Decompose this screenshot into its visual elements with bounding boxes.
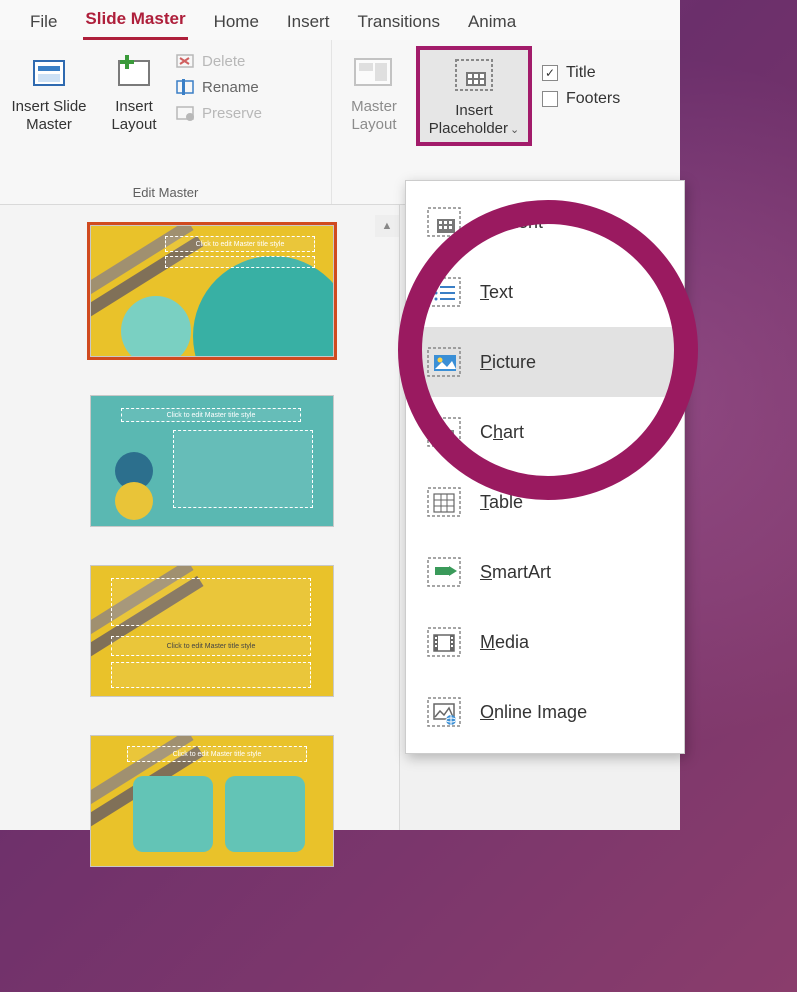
layout-thumbnail-3[interactable]: Click to edit Master title style xyxy=(90,735,334,867)
placeholder-option-picture-label: Picture xyxy=(480,352,536,373)
insert-placeholder-menu: Content Text Picture Chart Table xyxy=(405,180,685,754)
tab-transitions[interactable]: Transitions xyxy=(355,8,442,40)
tab-home[interactable]: Home xyxy=(212,8,261,40)
placeholder-option-media[interactable]: Media xyxy=(406,607,684,677)
checkbox-checked-icon: ✓ xyxy=(542,65,558,81)
placeholder-option-content-label: Content xyxy=(480,212,543,233)
master-layout-button[interactable]: Master Layout xyxy=(338,46,410,138)
insert-layout-label: Insert Layout xyxy=(100,98,168,134)
placeholder-option-picture[interactable]: Picture xyxy=(406,327,684,397)
title-checkbox[interactable]: ✓ Title xyxy=(542,64,620,82)
placeholder-option-chart[interactable]: Chart xyxy=(406,397,684,467)
rename-icon xyxy=(176,78,196,96)
insert-layout-icon xyxy=(112,50,156,94)
tab-slide-master[interactable]: Slide Master xyxy=(83,5,187,40)
insert-placeholder-label: Insert Placeholder⌄ xyxy=(422,102,526,138)
placeholder-option-text[interactable]: Text xyxy=(406,257,684,327)
master-layout-label: Master Layout xyxy=(340,98,408,134)
placeholder-option-media-label: Media xyxy=(480,632,529,653)
placeholder-option-online-image-label: Online Image xyxy=(480,702,587,723)
master-layout-icon xyxy=(352,50,396,94)
chevron-down-icon: ⌄ xyxy=(510,124,519,136)
placeholder-option-table-label: Table xyxy=(480,492,523,513)
placeholder-option-chart-label: Chart xyxy=(480,422,524,443)
placeholder-option-content[interactable]: Content xyxy=(406,187,684,257)
checkbox-unchecked-icon xyxy=(542,91,558,107)
slide-thumbnail-pane[interactable]: ▲ Click to edit Master title style Click… xyxy=(0,205,400,830)
ribbon-group-edit-master-label: Edit Master xyxy=(6,183,325,200)
layout-thumbnail-2[interactable]: Click to edit Master title style xyxy=(90,565,334,697)
delete-label: Delete xyxy=(202,53,245,70)
picture-icon xyxy=(426,345,462,379)
insert-slide-master-label: Insert Slide Master xyxy=(8,98,90,134)
footers-checkbox[interactable]: Footers xyxy=(542,90,620,108)
content-icon xyxy=(426,205,462,239)
insert-slide-master-button[interactable]: Insert Slide Master xyxy=(6,46,92,138)
tab-insert[interactable]: Insert xyxy=(285,8,332,40)
placeholder-option-smartart[interactable]: SmartArt xyxy=(406,537,684,607)
text-icon xyxy=(426,275,462,309)
table-icon xyxy=(426,485,462,519)
chart-icon xyxy=(426,415,462,449)
rename-label: Rename xyxy=(202,79,259,96)
rename-button[interactable]: Rename xyxy=(176,78,262,96)
media-icon xyxy=(426,625,462,659)
tab-file[interactable]: File xyxy=(28,8,59,40)
insert-slide-master-icon xyxy=(27,50,71,94)
ribbon-group-edit-master: Insert Slide Master Insert Layout Delete xyxy=(0,40,332,204)
scroll-up-icon[interactable]: ▲ xyxy=(375,215,399,237)
footers-checkbox-label: Footers xyxy=(566,90,620,108)
placeholder-option-online-image[interactable]: Online Image xyxy=(406,677,684,747)
title-checkbox-label: Title xyxy=(566,64,596,82)
preserve-label: Preserve xyxy=(202,105,262,122)
preserve-icon xyxy=(176,104,196,122)
insert-placeholder-button[interactable]: Insert Placeholder⌄ xyxy=(416,46,532,146)
online-image-icon xyxy=(426,695,462,729)
delete-icon xyxy=(176,52,196,70)
tab-animations[interactable]: Anima xyxy=(466,8,518,40)
preserve-button[interactable]: Preserve xyxy=(176,104,262,122)
insert-placeholder-icon xyxy=(452,54,496,98)
placeholder-option-text-label: Text xyxy=(480,282,513,303)
ribbon-tabs: File Slide Master Home Insert Transition… xyxy=(0,0,680,40)
powerpoint-slide-master-window: File Slide Master Home Insert Transition… xyxy=(0,0,680,830)
layout-thumbnail-1[interactable]: Click to edit Master title style xyxy=(90,395,334,527)
insert-layout-button[interactable]: Insert Layout xyxy=(98,46,170,138)
slide-master-thumbnail[interactable]: Click to edit Master title style xyxy=(90,225,334,357)
delete-button[interactable]: Delete xyxy=(176,52,262,70)
placeholder-option-table[interactable]: Table xyxy=(406,467,684,537)
smartart-icon xyxy=(426,555,462,589)
placeholder-option-smartart-label: SmartArt xyxy=(480,562,551,583)
